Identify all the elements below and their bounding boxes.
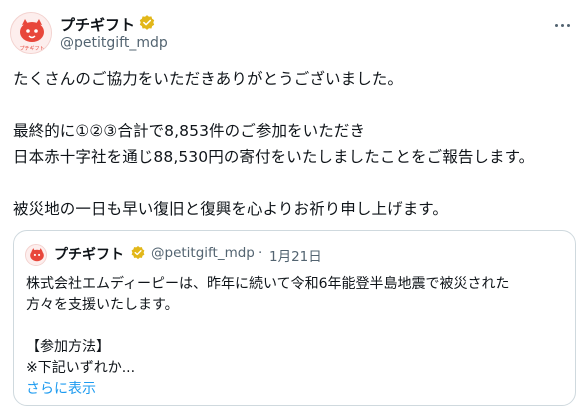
post-text-line: 日本赤十字社を通じ88,530円の寄付をいたしましたことをご報告します。 [13,148,535,166]
more-dot-icon [560,23,564,27]
show-more-link[interactable]: さらに表示 [26,378,96,398]
more-options-button[interactable] [551,14,573,36]
post-text-line: 最終的に①②③合計で8,853件のご参加をいただき [13,122,366,140]
post-text-line: 被災地の一日も早い復旧と復興を心よりお祈り申し上げます。 [13,200,448,218]
author-name[interactable]: プチギフト [60,14,135,35]
quoted-text-line: 株式会社エムディーピーは、昨年に続いて令和6年能登半島地震で被災された [26,276,510,292]
author-avatar[interactable]: プチギフト [10,12,52,54]
logo-text: プチギフト [19,46,44,52]
quoted-author-avatar [25,244,47,266]
more-dot-icon [566,23,570,27]
petitgift-logo-icon: プチギフト [11,13,51,53]
quoted-author-name: プチギフト [54,247,124,263]
verified-badge-icon[interactable] [138,14,156,32]
more-dot-icon [554,23,558,27]
quoted-text-line: 【参加方法】 [26,339,110,355]
quoted-text-line: ※下記いずれか... [26,360,136,376]
verified-badge-icon [131,246,145,260]
author-handle[interactable]: @petitgift_mdp [60,35,168,51]
quoted-author-handle: @petitgift_mdp [151,245,255,261]
quoted-text-line: 方々を支援いたします。 [26,297,179,313]
post: プチギフト プチギフト @petitgift_mdp たくさんのご協力をいただき… [0,0,587,413]
quoted-post-card[interactable]: プチギフト @petitgift_mdp · 1月21日 株式会社エムディーピー… [13,230,576,406]
post-text-line: たくさんのご協力をいただきありがとうございました。 [13,70,404,88]
petitgift-logo-icon [26,245,46,265]
quoted-post-date[interactable]: 1月21日 [269,245,322,265]
separator-dot: · [258,245,263,261]
